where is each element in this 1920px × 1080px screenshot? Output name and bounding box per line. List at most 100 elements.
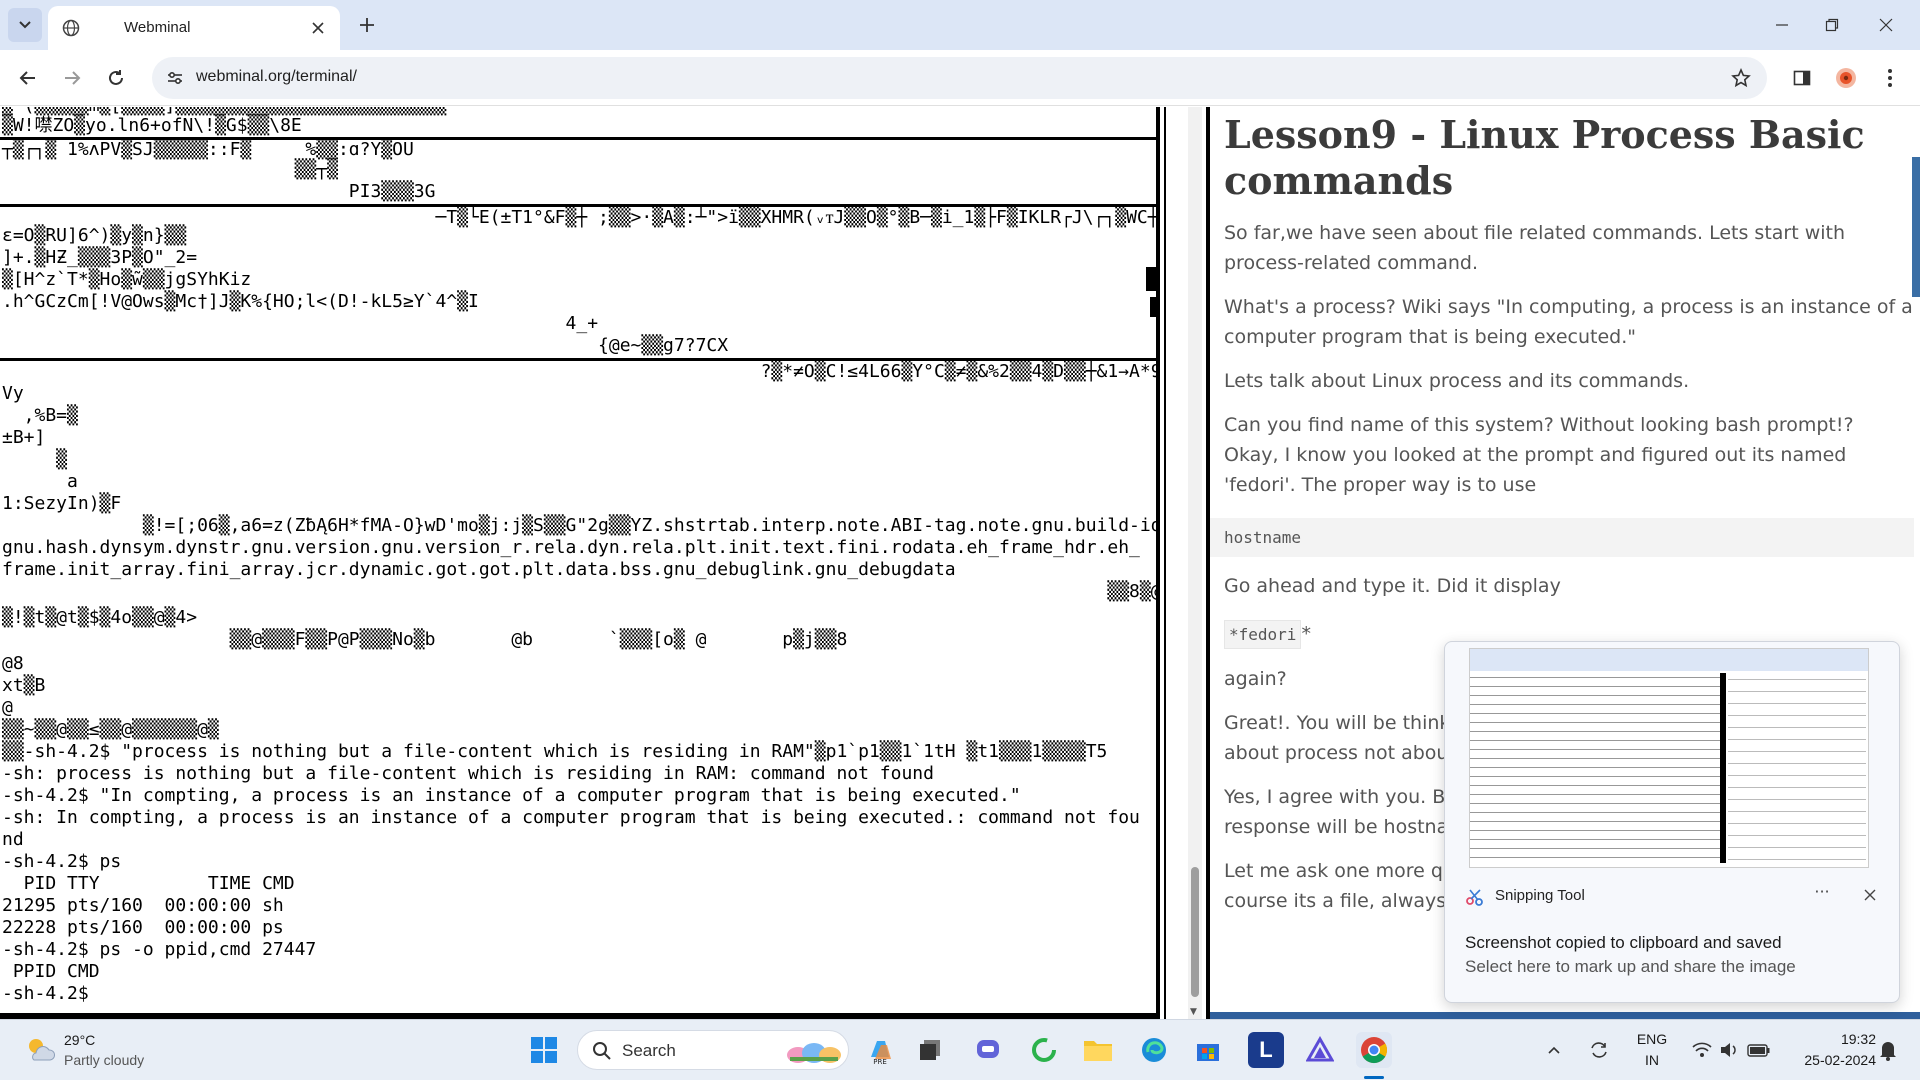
snipping-tool-notification[interactable]: Snipping Tool ··· Screenshot copied to c…: [1444, 641, 1900, 1003]
lesson-text: Yes, I agree with you. Bu: [1224, 786, 1458, 808]
edge-app[interactable]: [1136, 1032, 1172, 1068]
tab-title: Webminal: [124, 19, 191, 36]
url-text[interactable]: webminal.org/terminal/: [196, 68, 357, 86]
teams-app[interactable]: [970, 1032, 1006, 1068]
terminal-line: 22228 pts/160 00:00:00 ps: [2, 917, 284, 938]
copilot-app[interactable]: PRE: [862, 1032, 898, 1068]
thumbnail-divider: [1720, 673, 1726, 863]
terminal-line: -sh-4.2$ ps: [2, 851, 122, 872]
clock-date[interactable]: 25-02-2024: [1786, 1052, 1876, 1068]
terminal-prompt: -sh-4.2$: [2, 983, 89, 1004]
notifications-button[interactable]: [1874, 1032, 1902, 1068]
terminal-line: gnu.hash.dynsym.dynstr.gnu.version.gnu.v…: [2, 537, 1140, 558]
lesson-text: Great!. You will be think: [1224, 712, 1451, 734]
quick-settings-button[interactable]: [1686, 1032, 1776, 1068]
restore-button[interactable]: [1812, 8, 1852, 42]
circle-app[interactable]: [1026, 1032, 1062, 1068]
clock-time[interactable]: 19:32: [1786, 1031, 1876, 1047]
tune-icon: [168, 71, 182, 85]
chevron-up-icon: [1548, 1046, 1560, 1054]
lesson-scrollbar[interactable]: [1912, 157, 1920, 297]
back-button[interactable]: [12, 62, 44, 94]
lesson-text: Let me ask one more qu: [1224, 860, 1456, 882]
address-bar[interactable]: webminal.org/terminal/: [152, 57, 1767, 99]
terminal-artifact: [1146, 267, 1156, 291]
show-hidden-icons-button[interactable]: [1542, 1032, 1566, 1068]
minimize-button[interactable]: [1762, 8, 1802, 42]
tab-search-button[interactable]: [8, 8, 42, 42]
language-indicator-bottom[interactable]: IN: [1636, 1052, 1668, 1068]
forward-button[interactable]: [56, 62, 88, 94]
screenshot-thumbnail[interactable]: [1469, 648, 1869, 868]
search-label: Search: [622, 1041, 676, 1060]
terminal-artifact: [1150, 297, 1156, 317]
svg-text:PRE: PRE: [873, 1058, 887, 1065]
chat-icon: [977, 1040, 999, 1058]
thumbnail-chrome: [1470, 649, 1868, 671]
tab-webminal[interactable]: Webminal: [48, 6, 340, 50]
store-icon: [1197, 1044, 1219, 1061]
terminal-line: -sh-4.2$ "In compting, a process is an i…: [2, 785, 1021, 806]
copilot-icon: PRE: [871, 1041, 891, 1065]
scroll-down-arrow-icon[interactable]: ▼: [1190, 1007, 1200, 1017]
weather-temperature[interactable]: 29°C: [64, 1032, 95, 1048]
thumbnail-terminal: [1470, 673, 1720, 863]
terminal-line: PPID CMD: [2, 961, 100, 982]
terminal-line: ▒▒┬▒: [2, 159, 338, 180]
terminal-line: ▒▒8▒@8▒▒▒▒▒T▒@T▒: [2, 581, 1160, 602]
close-window-button[interactable]: [1866, 8, 1906, 42]
avatar-icon: [1836, 68, 1856, 88]
l-app[interactable]: L: [1248, 1032, 1284, 1068]
terminal-line: ,%B=▒: [2, 405, 78, 426]
proton-app[interactable]: [1302, 1032, 1338, 1068]
plus-icon: [360, 18, 374, 32]
store-app[interactable]: [1190, 1032, 1226, 1068]
bookmark-button[interactable]: [1729, 66, 1753, 90]
site-info-button[interactable]: [164, 67, 186, 89]
close-icon: [1864, 889, 1876, 901]
tab-close-button[interactable]: [306, 16, 330, 40]
terminal-panel[interactable]: ▒ (▒▒▒▒▒m▒[▒▒▒▒]▒▒▒▒▒▒▒▒▒▒▒▒▒▒▒▒▒▒▒▒▒▒▒▒…: [0, 107, 1160, 1019]
task-view-app[interactable]: [912, 1032, 948, 1068]
terminal-line: ▒!=[;06▒,a6=z(ZƀĄ6H*fMA-O}wD'mo▒j:j▒S▒▒G…: [2, 515, 1160, 536]
l-letter-icon: L: [1259, 1037, 1273, 1062]
terminal-line: PI3▒▒▒3G: [2, 181, 436, 202]
partly-cloudy-icon[interactable]: [24, 1034, 56, 1066]
lesson-paragraph: Go ahead and type it. Did it display: [1224, 575, 1561, 597]
sync-tray-button[interactable]: [1584, 1032, 1614, 1068]
lesson-paragraph: Can you find name of this system? Withou…: [1224, 414, 1854, 496]
terminal-line: ▒: [2, 449, 68, 470]
windows-icon: [531, 1037, 557, 1063]
chrome-app[interactable]: [1356, 1032, 1392, 1068]
volume-icon: [1721, 1043, 1736, 1057]
taskbar-search[interactable]: Search: [577, 1030, 849, 1070]
arrow-left-icon: [19, 71, 35, 85]
sync-icon: [1591, 1042, 1607, 1058]
toast-close-button[interactable]: [1855, 882, 1885, 908]
language-indicator-top[interactable]: ENG: [1636, 1031, 1668, 1047]
panel-divider[interactable]: [1164, 107, 1186, 1019]
lesson-text: course its a file, always: [1224, 890, 1447, 912]
bell-icon: [1880, 1042, 1896, 1061]
chevron-down-icon: [19, 21, 31, 29]
menu-button[interactable]: [1874, 62, 1906, 94]
side-panel-button[interactable]: [1786, 62, 1818, 94]
battery-icon: [1747, 1044, 1770, 1057]
file-explorer-app[interactable]: [1080, 1032, 1116, 1068]
restore-icon: [1825, 18, 1839, 32]
terminal-line: xt▒B: [2, 675, 46, 696]
globe-icon: [62, 19, 80, 37]
terminal-scrollbar[interactable]: ▼: [1188, 107, 1202, 1019]
toast-more-button[interactable]: ···: [1807, 882, 1837, 908]
triangle-logo-icon: [1306, 1036, 1334, 1062]
terminal-line: ▒[H^z`T*▒Ho▒w̃▒▒jgSYhKiz: [2, 269, 252, 290]
terminal-line: -sh: In compting, a process is an instan…: [2, 807, 1140, 828]
new-tab-button[interactable]: [352, 10, 382, 40]
scrollbar-thumb[interactable]: [1191, 867, 1199, 997]
reload-button[interactable]: [100, 62, 132, 94]
profile-button[interactable]: [1830, 62, 1862, 94]
start-button[interactable]: [526, 1032, 562, 1068]
terminal-line: ▒!▒t▒@t▒$▒4o▒▒@▒4>: [2, 607, 198, 628]
weather-description[interactable]: Partly cloudy: [64, 1052, 144, 1068]
terminal-line: PID TTY TIME CMD: [2, 873, 295, 894]
